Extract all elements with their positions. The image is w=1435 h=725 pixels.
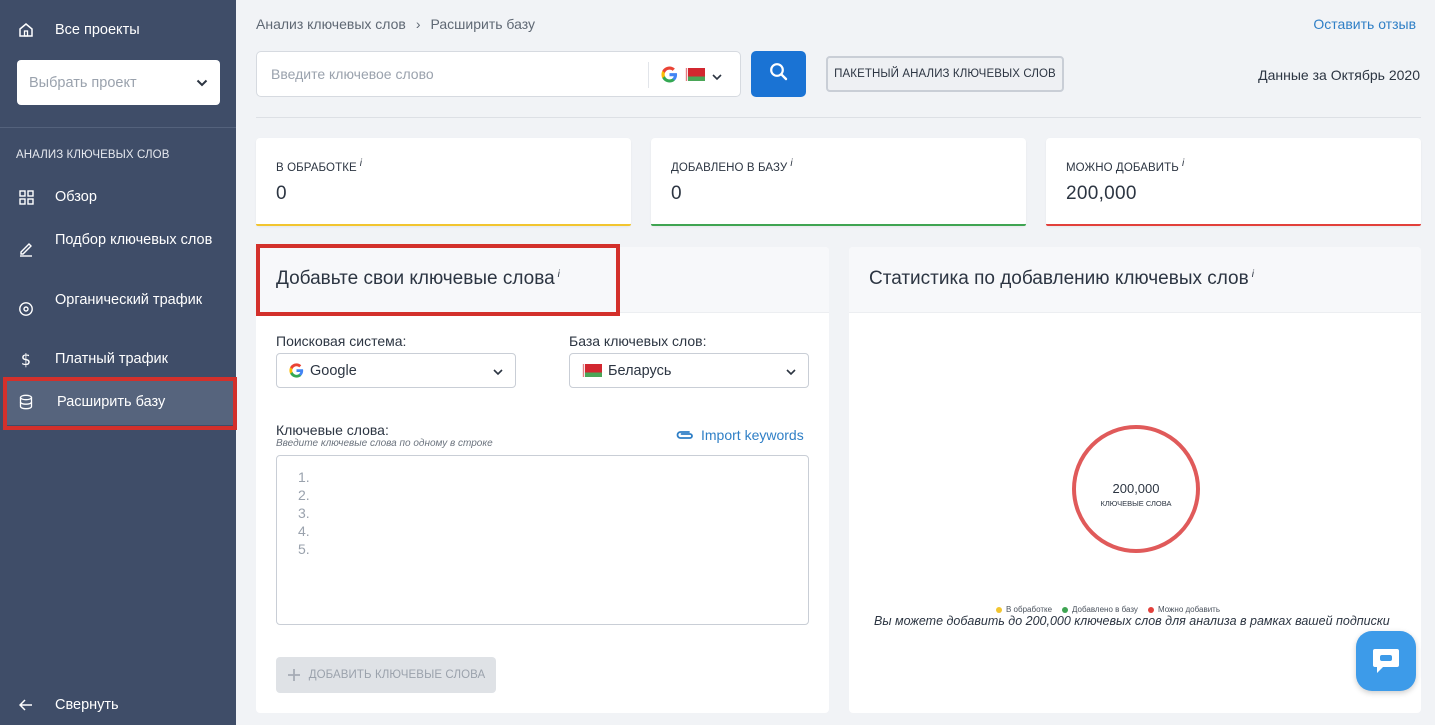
legend-item[interactable]: Добавлено в базу <box>1062 605 1138 614</box>
breadcrumb-item[interactable]: Анализ ключевых слов <box>256 16 406 32</box>
line-number: 5. <box>298 541 310 557</box>
search-engine-label: Поисковая система: <box>276 333 407 349</box>
sidebar-item-organic-traffic[interactable]: Органический трафик <box>0 291 236 327</box>
keywords-hint: Введите ключевые слова по одному в строк… <box>276 438 493 449</box>
legend-item[interactable]: В обработке <box>996 605 1052 614</box>
keyword-db-value: Беларусь <box>608 362 672 379</box>
info-icon[interactable]: i <box>360 158 362 169</box>
search-placeholder: Введите ключевое слово <box>271 66 434 82</box>
stat-value: 200,000 <box>1066 183 1137 204</box>
info-icon[interactable]: i <box>1252 269 1254 280</box>
highlight-frame-sidebar <box>3 377 237 430</box>
search-engine-dropdown[interactable]: Google <box>276 353 516 388</box>
stat-color-bar <box>1046 224 1421 226</box>
keyword-db-label: База ключевых слов: <box>569 333 707 349</box>
stat-title: ДОБАВЛЕНО В БАЗУ i <box>671 158 793 174</box>
feedback-link[interactable]: Оставить отзыв <box>1313 16 1416 32</box>
google-icon <box>661 66 678 88</box>
import-keywords-link[interactable]: Import keywords <box>675 427 804 443</box>
keyword-db-dropdown[interactable]: Беларусь <box>569 353 809 388</box>
stat-color-bar <box>256 224 631 226</box>
grid-icon <box>17 188 35 206</box>
belarus-flag-icon <box>582 364 602 377</box>
pencil-icon <box>17 240 35 258</box>
stat-color-bar <box>651 224 1026 226</box>
project-select[interactable]: Выбрать проект <box>17 60 220 105</box>
legend-dot <box>1062 606 1069 613</box>
header-divider <box>256 117 1421 118</box>
breadcrumb-item-current: Расширить базу <box>430 16 536 32</box>
line-number: 2. <box>298 487 310 503</box>
batch-analysis-button[interactable]: ПАКЕТНЫЙ АНАЛИЗ КЛЮЧЕВЫХ СЛОВ <box>826 56 1064 92</box>
legend-dot <box>996 606 1002 613</box>
search-button[interactable] <box>751 51 806 97</box>
search-icon <box>769 62 788 86</box>
project-select-placeholder: Выбрать проект <box>29 74 137 91</box>
stats-panel-title: Статистика по добавлению ключевых слов i <box>869 268 1254 289</box>
stat-card-processing: В ОБРАБОТКЕ i 0 <box>256 138 631 226</box>
stat-title: В ОБРАБОТКЕ i <box>276 158 363 174</box>
sidebar-item-label: Обзор <box>55 189 97 205</box>
stat-value: 0 <box>671 183 682 204</box>
chat-icon <box>1371 647 1401 675</box>
sidebar: Все проекты Выбрать проект АНАЛИЗ КЛЮЧЕВ… <box>0 0 237 725</box>
chevron-down-icon <box>712 68 722 86</box>
stat-card-available: МОЖНО ДОБАВИТЬ i 200,000 <box>1046 138 1421 226</box>
keywords-label: Ключевые слова: <box>276 422 389 438</box>
subscription-note: Вы можете добавить до 200,000 ключевых с… <box>874 614 1390 628</box>
donut-center: 200,000 КЛЮЧЕВЫЕ СЛОВА <box>1072 481 1200 508</box>
plus-icon <box>287 668 301 682</box>
highlight-frame-title <box>256 244 620 316</box>
legend-dot <box>1147 606 1154 613</box>
line-number: 1. <box>298 469 310 485</box>
search-engine-selector[interactable] <box>661 66 722 88</box>
sidebar-item-label: Органический трафик <box>55 292 203 308</box>
chat-button[interactable] <box>1356 631 1416 691</box>
sidebar-collapse-button[interactable]: Свернуть <box>0 696 236 714</box>
keywords-textarea[interactable]: 1. 2. 3. 4. 5. <box>276 455 809 625</box>
sidebar-section-title: АНАЛИЗ КЛЮЧЕВЫХ СЛОВ <box>16 149 170 161</box>
sidebar-item-label: Платный трафик <box>55 351 168 367</box>
target-icon <box>17 300 35 318</box>
sidebar-divider <box>0 127 236 128</box>
add-keywords-label: ДОБАВИТЬ КЛЮЧЕВЫЕ СЛОВА <box>308 669 486 681</box>
data-date: Данные за Октябрь 2020 <box>1258 67 1420 83</box>
sidebar-collapse-label: Свернуть <box>55 697 119 713</box>
legend-item[interactable]: Можно добавить <box>1147 605 1220 614</box>
info-icon[interactable]: i <box>790 158 792 169</box>
google-icon <box>289 363 304 378</box>
dollar-icon: $ <box>20 349 32 369</box>
paperclip-icon <box>675 429 695 441</box>
import-keywords-label: Import keywords <box>701 427 804 443</box>
line-number: 3. <box>298 505 310 521</box>
line-number: 4. <box>298 523 310 539</box>
breadcrumb: Анализ ключевых слов › Расширить базу <box>256 16 535 32</box>
sidebar-item-label: Все проекты <box>55 22 140 38</box>
donut-total-label: КЛЮЧЕВЫЕ СЛОВА <box>1100 499 1172 508</box>
chevron-down-icon <box>493 364 503 380</box>
keyword-search-input[interactable]: Введите ключевое слово <box>256 51 741 97</box>
search-separator <box>648 62 649 88</box>
sidebar-item-overview[interactable]: Обзор <box>0 188 236 206</box>
arrow-left-icon <box>17 696 35 714</box>
stat-value: 0 <box>276 183 287 204</box>
search-engine-value: Google <box>310 362 357 379</box>
sidebar-item-label: Подбор ключевых слов <box>55 232 213 248</box>
belarus-flag-icon <box>685 68 705 86</box>
stat-title: МОЖНО ДОБАВИТЬ i <box>1066 158 1185 174</box>
sidebar-item-paid-traffic[interactable]: $ Платный трафик <box>0 349 236 369</box>
sidebar-item-keyword-research[interactable]: Подбор ключевых слов <box>0 231 236 267</box>
breadcrumb-separator: › <box>415 16 421 32</box>
chevron-down-icon <box>786 364 796 380</box>
sidebar-item-all-projects[interactable]: Все проекты <box>0 21 236 39</box>
chevron-down-icon <box>196 75 208 91</box>
chart-legend: В обработке Добавлено в базу Можно добав… <box>996 605 1220 614</box>
home-icon <box>17 21 35 39</box>
donut-total-value: 200,000 <box>1112 481 1160 496</box>
info-icon[interactable]: i <box>1182 158 1184 169</box>
stat-card-added: ДОБАВЛЕНО В БАЗУ i 0 <box>651 138 1026 226</box>
add-keywords-button[interactable]: ДОБАВИТЬ КЛЮЧЕВЫЕ СЛОВА <box>276 657 496 693</box>
